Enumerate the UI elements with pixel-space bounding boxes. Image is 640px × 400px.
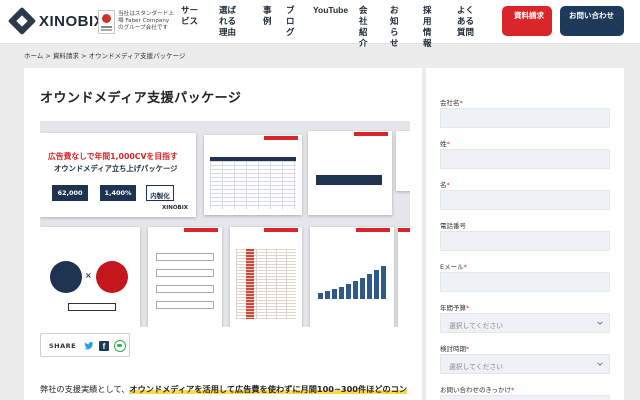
page-title: オウンドメディア支援パッケージ [40,91,242,106]
hero-stat-3: 内製化 [146,185,174,201]
logo-text: XINOBIX [39,12,105,30]
email-input[interactable] [440,272,610,292]
phone-input[interactable] [440,231,610,251]
breadcrumb-home[interactable]: ホーム [24,52,43,60]
breadcrumb-documents[interactable]: 資料請求 [53,52,79,60]
hero-slide-edge-bottom [398,227,410,327]
chevron-down-icon [597,362,603,366]
field-label-company: 会社名* [440,99,463,107]
document-request-form: 会社名* 姓* 名* 電話番号 Eメール* 年間予算* 選択してください 検討時… [426,68,624,400]
nav-item-cases[interactable]: 事例 [263,0,273,27]
slide-tag-icon [398,228,410,232]
last-name-input[interactable] [440,149,610,169]
spreadsheet-grid [236,249,296,319]
nav-item-news[interactable]: お知らせ [390,0,406,49]
share-label: SHARE [49,342,77,350]
nav-item-faq[interactable]: よくある質問 [457,0,479,38]
hero-stat-2: 1,400% [100,185,136,201]
hero-headline: 広告費なしで年間1,000CVを目指す [48,152,178,161]
list-box [156,253,214,261]
timing-select[interactable]: 選択してください [440,354,610,374]
slide-tag-icon [354,132,388,136]
article-intro-prefix: 弊社の支援実績として、 [40,384,130,394]
hero-slide-barchart [310,227,394,327]
article-card: オウンドメディア支援パッケージ 広告費なしで年間1,000CVを目指す オウンド… [24,68,422,400]
hero-slide-list [148,227,222,327]
times-symbol: × [85,271,92,280]
hero-slide-table [204,135,302,215]
bar-chart-thumbnail [318,265,386,299]
field-label-first-name: 名* [440,181,450,189]
hero-slide-edge [396,131,410,191]
nav-item-services[interactable]: サービス [181,0,203,27]
slide-tag-icon [264,228,298,232]
budget-select[interactable]: 選択してください [440,313,610,333]
contact-button[interactable]: お問い合わせ [560,6,624,36]
hero-image: 広告費なしで年間1,000CVを目指す オウンドメディア立ち上げパッケージ 62… [40,121,410,327]
hero-slide-comparison: × [40,227,140,327]
spreadsheet-highlight-column [246,249,254,319]
article-intro-highlight: オウンドメディアを活用して広告費を使わずに月間100~300件ほどのコン [129,384,408,394]
company-name-input[interactable] [440,108,610,128]
slide-tag-icon [184,228,218,232]
budget-select-value: 選択してください [449,322,503,330]
group-company-badge-icon [98,10,115,34]
twitter-icon[interactable] [84,341,94,351]
first-name-input[interactable] [440,190,610,210]
field-label-timing: 検討時期* [440,345,470,353]
site-logo[interactable]: XINOBIX [7,6,105,36]
breadcrumb-current: オウンドメディア支援パッケージ [88,52,186,60]
breadcrumb-separator: > [45,52,51,60]
line-icon[interactable] [114,340,126,352]
site-header: XINOBIX 当社はスタンダード上場 Faber Companyのグループ会社… [0,0,640,48]
nav-item-company[interactable]: 会社紹介 [359,0,375,49]
hero-brand: XINOBIX [161,205,188,211]
field-label-budget: 年間予算* [440,304,470,312]
list-box [156,269,214,277]
list-box [156,285,214,293]
field-label-trigger: お問い合わせのきっかけ* [440,386,515,394]
nav-item-reasons[interactable]: 選ばれる理由 [219,0,243,38]
timing-select-value: 選択してください [449,363,503,371]
share-box: SHARE f [40,333,130,357]
hero-slide-right [308,131,392,215]
nav-item-youtube[interactable]: YouTube [313,0,349,16]
header-tagline: 当社はスタンダード上場 Faber Companyのグループ会社です [118,11,174,31]
field-label-phone: 電話番号 [440,222,466,230]
slide-dark-box [316,175,382,185]
nav-item-blog[interactable]: ブログ [286,0,302,38]
request-documents-button[interactable]: 資料請求 [502,6,552,36]
table-grid [210,161,296,209]
hero-subheadline: オウンドメディア立ち上げパッケージ [54,164,178,173]
hero-stat-1: 62,000 [52,185,88,201]
list-box [156,301,214,309]
slide-tag-icon [356,228,390,232]
chevron-down-icon [597,321,603,325]
trigger-select[interactable]: 選択してください [440,395,610,400]
hero-slide-spreadsheet [230,227,302,327]
breadcrumb-separator: > [81,52,87,60]
facebook-icon[interactable]: f [99,341,109,351]
logo-mark-icon [7,6,37,36]
field-label-email: Eメール* [440,263,467,271]
breadcrumb: ホーム > 資料請求 > オウンドメディア支援パッケージ [24,50,185,60]
slide-outline-box [68,303,116,311]
field-label-last-name: 姓* [440,140,450,148]
hero-slide-main: 広告費なしで年間1,000CVを目指す オウンドメディア立ち上げパッケージ 62… [40,133,196,217]
slide-tag-icon [264,136,298,140]
circle-listing-ads [50,261,82,293]
nav-item-recruit[interactable]: 採用情報 [423,0,439,49]
article-intro-text: 弊社の支援実績として、オウンドメディアを活用して広告費を使わずに月間100~30… [40,383,415,395]
circle-owned-media [96,261,128,293]
